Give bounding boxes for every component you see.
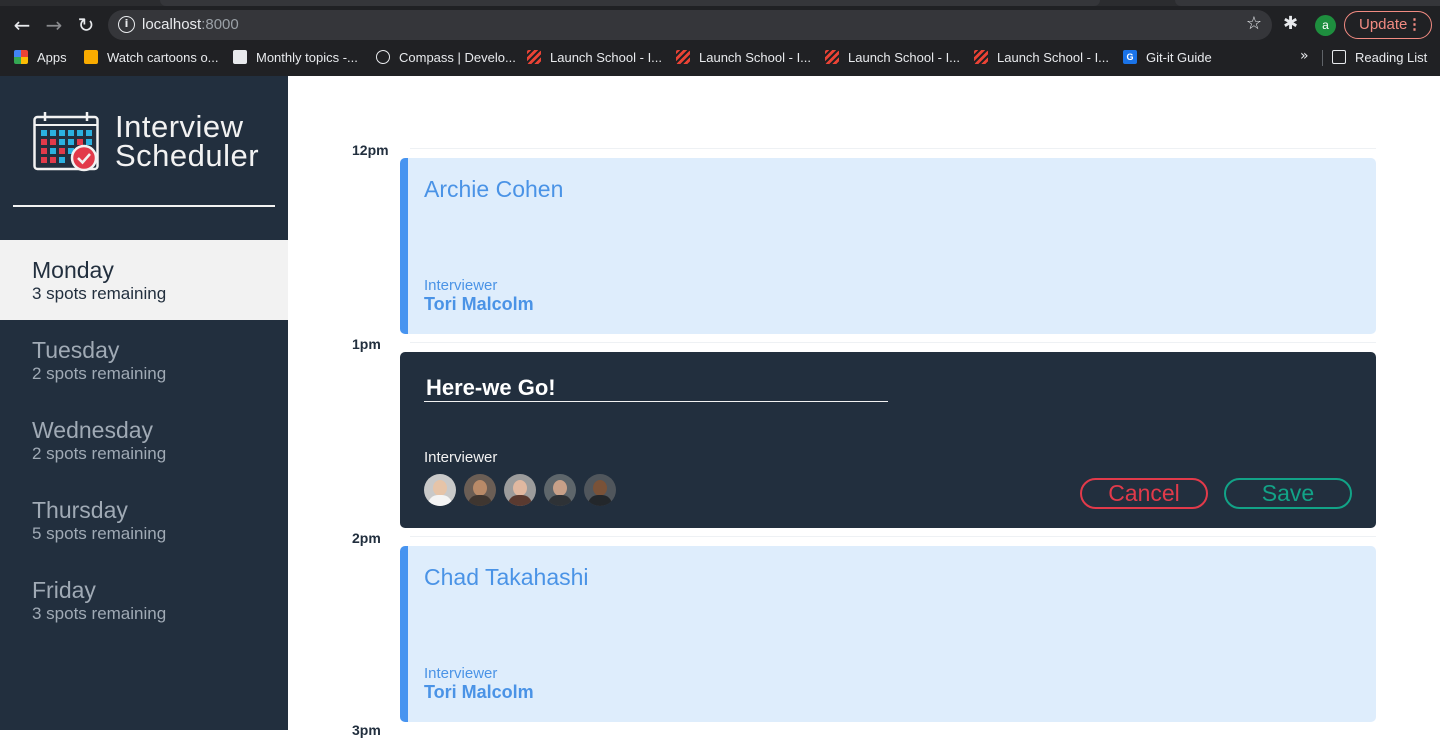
day-item-tuesday[interactable]: Tuesday 2 spots remaining — [0, 320, 288, 400]
time-label: 1pm — [352, 336, 381, 352]
time-label: 3pm — [352, 722, 381, 738]
calendar-logo-icon — [33, 112, 99, 172]
day-item-friday[interactable]: Friday 3 spots remaining — [0, 560, 288, 640]
day-spots: 3 spots remaining — [32, 604, 167, 623]
day-name: Tuesday — [32, 337, 120, 363]
more-bookmarks-icon[interactable]: » — [1300, 48, 1309, 64]
interviewer-avatar[interactable] — [424, 474, 456, 506]
time-divider — [410, 536, 1376, 537]
interviewer-avatar[interactable] — [584, 474, 616, 506]
bookmark-launch-school[interactable]: Launch School - I... — [825, 48, 960, 66]
day-spots: 3 spots remaining — [32, 284, 167, 303]
day-spots: 2 spots remaining — [32, 364, 167, 383]
day-item-thursday[interactable]: Thursday 5 spots remaining — [0, 480, 288, 560]
day-name: Friday — [32, 577, 96, 603]
url-text[interactable]: localhost:8000 — [142, 16, 239, 33]
apps-grid-icon — [14, 50, 28, 64]
bookmark-monthly-topics[interactable]: Monthly topics -... — [233, 48, 358, 66]
launch-school-icon — [974, 50, 988, 64]
time-label: 12pm — [352, 142, 389, 158]
browser-toolbar: ← → ↻ i localhost:8000 ☆ ✱ a Update ⋮ App… — [0, 0, 1440, 76]
bookmark-launch-school[interactable]: Launch School - I... — [676, 48, 811, 66]
appointment-card[interactable]: Archie Cohen Interviewer Tori Malcolm — [400, 158, 1376, 334]
student-name: Chad Takahashi — [424, 564, 589, 590]
update-button[interactable]: Update ⋮ — [1344, 11, 1432, 39]
bookmark-launch-school[interactable]: Launch School - I... — [527, 48, 662, 66]
bookmark-launch-school[interactable]: Launch School - I... — [974, 48, 1109, 66]
appointment-form: Interviewer Cancel Save — [400, 352, 1376, 528]
bookmark-star-icon[interactable]: ☆ — [1246, 13, 1262, 34]
interviewer-list — [424, 474, 616, 506]
gitit-icon: G — [1123, 50, 1137, 64]
interviewer-avatar[interactable] — [464, 474, 496, 506]
day-spots: 5 spots remaining — [32, 524, 167, 543]
time-divider — [410, 342, 1376, 343]
document-icon — [233, 50, 247, 64]
day-item-monday[interactable]: Monday 3 spots remaining — [0, 240, 288, 320]
reading-list-icon — [1332, 50, 1346, 64]
reload-icon[interactable]: ↻ — [74, 13, 98, 37]
launch-school-icon — [676, 50, 690, 64]
schedule: 12pm Archie Cohen Interviewer Tori Malco… — [288, 76, 1440, 738]
launch-school-icon — [527, 50, 541, 64]
day-spots: 2 spots remaining — [32, 444, 167, 463]
back-icon[interactable]: ← — [10, 13, 34, 37]
appointment-card[interactable]: Chad Takahashi Interviewer Tori Malcolm — [400, 546, 1376, 722]
extensions-puzzle-icon[interactable]: ✱ — [1283, 13, 1298, 34]
interviewer-label: Interviewer — [424, 665, 498, 682]
forward-icon[interactable]: → — [42, 13, 66, 37]
cartoon-icon — [84, 50, 98, 64]
tab-strip — [0, 0, 1440, 6]
interviewer-label: Interviewer — [424, 449, 498, 466]
bookmark-apps[interactable]: Apps — [14, 48, 67, 66]
time-label: 2pm — [352, 530, 381, 546]
interviewer-name: Tori Malcolm — [424, 294, 534, 314]
interviewer-avatar[interactable] — [544, 474, 576, 506]
compass-icon — [376, 50, 390, 64]
bookmarks-bar: Apps Watch cartoons o... Monthly topics … — [0, 44, 1440, 70]
interviewer-label: Interviewer — [424, 277, 498, 294]
title-divider — [13, 205, 275, 207]
interviewer-avatar[interactable] — [504, 474, 536, 506]
day-name: Monday — [32, 257, 114, 283]
app-title: Interview Scheduler — [115, 109, 260, 173]
cancel-button[interactable]: Cancel — [1080, 478, 1208, 509]
bookmarks-divider — [1322, 50, 1323, 66]
bookmark-compass[interactable]: Compass | Develo... — [376, 48, 516, 66]
bookmark-cartoons[interactable]: Watch cartoons o... — [84, 48, 219, 66]
interviewer-name: Tori Malcolm — [424, 682, 534, 702]
day-name: Thursday — [32, 497, 128, 523]
reading-list-button[interactable]: Reading List — [1332, 48, 1427, 66]
site-info-icon[interactable]: i — [118, 16, 135, 33]
day-name: Wednesday — [32, 417, 154, 443]
sidebar: Interview Scheduler Monday 3 spots remain… — [0, 76, 288, 730]
bookmark-gitit-guide[interactable]: G Git-it Guide — [1123, 48, 1212, 66]
menu-kebab-icon: ⋮ — [1407, 16, 1422, 33]
address-bar[interactable]: i localhost:8000 ☆ — [108, 10, 1272, 40]
day-item-wednesday[interactable]: Wednesday 2 spots remaining — [0, 400, 288, 480]
student-name-input[interactable] — [424, 374, 888, 402]
launch-school-icon — [825, 50, 839, 64]
student-name: Archie Cohen — [424, 176, 564, 202]
profile-avatar[interactable]: a — [1315, 15, 1336, 36]
time-divider — [410, 148, 1376, 149]
save-button[interactable]: Save — [1224, 478, 1352, 509]
